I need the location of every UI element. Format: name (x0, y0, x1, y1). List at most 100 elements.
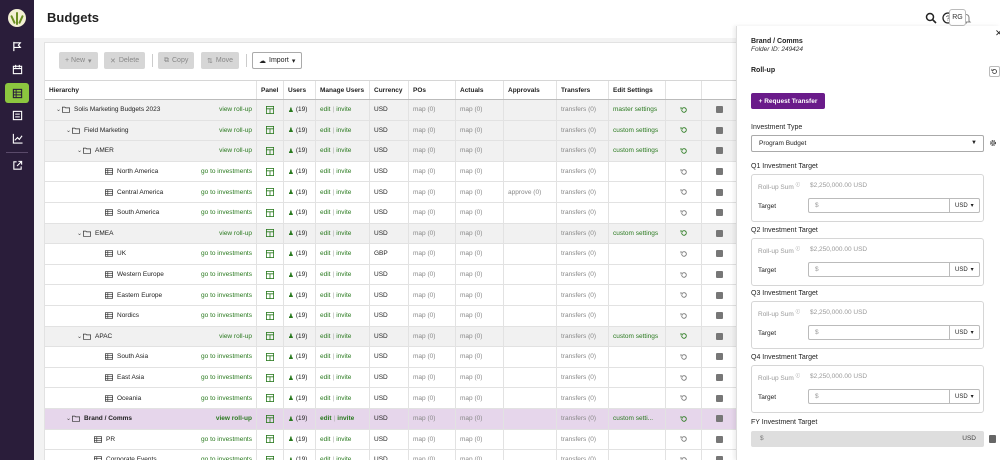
users-count[interactable]: (19) (296, 312, 308, 319)
panel-icon[interactable] (266, 208, 274, 217)
approvals-cell[interactable] (503, 347, 556, 367)
history-icon[interactable] (680, 456, 688, 460)
panel-icon[interactable] (266, 455, 274, 460)
node-label-wrap[interactable]: AMER (83, 147, 114, 154)
note-icon[interactable] (716, 106, 723, 114)
avatar[interactable]: RG (949, 9, 966, 26)
approvals-cell[interactable] (503, 161, 556, 182)
transfers-link[interactable]: transfers (0) (556, 408, 608, 429)
pos-map-link[interactable]: map (0) (408, 120, 455, 141)
go-to-investments-link[interactable]: go to investments (201, 265, 252, 285)
external-link-icon[interactable] (5, 155, 29, 175)
approvals-cell[interactable]: approve (0) (503, 182, 556, 202)
pos-map-link[interactable]: map (0) (408, 305, 455, 326)
table-row[interactable]: ⌄ APAC view roll-up ♟ (19) edit | invite USD map … (45, 326, 737, 348)
header-users[interactable]: Users (283, 81, 315, 99)
pos-map-link[interactable]: map (0) (408, 141, 455, 161)
actuals-map-link[interactable]: map (0) (455, 244, 503, 264)
actuals-map-link[interactable]: map (0) (455, 326, 503, 347)
settings-link[interactable]: custom settings (608, 326, 665, 347)
actuals-map-link[interactable]: map (0) (455, 450, 503, 460)
note-icon[interactable] (716, 126, 723, 134)
invite-link[interactable]: invite (336, 353, 351, 360)
history-icon[interactable] (680, 415, 688, 423)
settings-link[interactable] (608, 429, 665, 450)
flag-icon[interactable] (5, 36, 29, 56)
node-label-wrap[interactable]: EMEA (83, 230, 113, 237)
invite-link[interactable]: invite (337, 415, 354, 422)
pos-map-link[interactable]: map (0) (408, 285, 455, 305)
history-icon[interactable] (680, 250, 688, 258)
settings-link[interactable] (608, 388, 665, 408)
approvals-cell[interactable] (503, 120, 556, 141)
actuals-map-link[interactable]: map (0) (455, 388, 503, 408)
node-label-wrap[interactable]: Nordics (105, 312, 139, 319)
users-count[interactable]: (19) (296, 230, 308, 237)
pos-map-link[interactable]: map (0) (408, 100, 455, 120)
settings-link[interactable] (608, 161, 665, 182)
approvals-cell[interactable] (503, 388, 556, 408)
note-icon[interactable] (716, 332, 723, 340)
go-to-investments-link[interactable]: go to investments (201, 450, 252, 460)
node-label-wrap[interactable]: South America (105, 209, 159, 216)
invite-link[interactable]: invite (336, 189, 351, 196)
users-count[interactable]: (19) (296, 353, 308, 360)
users-count[interactable]: (19) (296, 127, 308, 134)
note-icon[interactable] (716, 250, 723, 258)
actuals-map-link[interactable]: map (0) (455, 429, 503, 450)
approvals-cell[interactable] (503, 202, 556, 223)
go-to-investments-link[interactable]: go to investments (201, 203, 252, 223)
table-row[interactable]: ⌄ Brand / Comms view roll-up ♟ (19) edit | invi… (45, 408, 737, 430)
edit-link[interactable]: edit (320, 189, 330, 196)
table-row[interactable]: ⌄ Field Marketing view roll-up ♟ (19) edit | in… (45, 120, 737, 142)
history-icon[interactable] (680, 188, 688, 196)
currency-select[interactable]: USD ▾ (950, 325, 980, 340)
invite-link[interactable]: invite (336, 147, 351, 154)
new-button[interactable]: + New ▾ (59, 52, 98, 69)
transfers-link[interactable]: transfers (0) (556, 141, 608, 161)
header-panel[interactable]: Panel (256, 81, 283, 99)
panel-icon[interactable] (266, 435, 274, 444)
node-label-wrap[interactable]: Brand / Comms (72, 415, 132, 422)
chart-icon[interactable] (5, 128, 29, 148)
settings-link[interactable] (608, 347, 665, 367)
table-row[interactable]: Nordics go to investments ♟ (19) edit | invite… (45, 305, 737, 327)
edit-link[interactable]: edit (320, 106, 330, 113)
header-actuals[interactable]: Actuals (455, 81, 503, 99)
table-row[interactable]: Oceania go to investments ♟ (19) edit | invite… (45, 388, 737, 409)
actuals-map-link[interactable]: map (0) (455, 264, 503, 285)
go-to-investments-link[interactable]: go to investments (201, 368, 252, 388)
transfers-link[interactable]: transfers (0) (556, 429, 608, 450)
users-count[interactable]: (19) (296, 250, 308, 257)
pos-map-link[interactable]: map (0) (408, 408, 455, 429)
actuals-map-link[interactable]: map (0) (455, 285, 503, 305)
table-row[interactable]: South Asia go to investments ♟ (19) edit | inv… (45, 347, 737, 368)
transfers-link[interactable]: transfers (0) (556, 223, 608, 244)
history-icon[interactable] (680, 312, 688, 320)
note-icon[interactable] (716, 312, 723, 320)
transfers-link[interactable]: transfers (0) (556, 367, 608, 388)
note-icon[interactable] (716, 415, 723, 423)
note-icon[interactable] (716, 456, 723, 460)
node-label-wrap[interactable]: East Asia (105, 374, 144, 381)
approvals-cell[interactable] (503, 244, 556, 264)
invite-link[interactable]: invite (336, 230, 351, 237)
node-label-wrap[interactable]: Solis Marketing Budgets 2023 (62, 106, 160, 113)
users-count[interactable]: (19) (296, 395, 308, 402)
pos-map-link[interactable]: map (0) (408, 429, 455, 450)
approvals-cell[interactable] (503, 223, 556, 244)
invite-link[interactable]: invite (336, 271, 351, 278)
transfers-link[interactable]: transfers (0) (556, 326, 608, 347)
transfers-link[interactable]: transfers (0) (556, 450, 608, 460)
history-icon[interactable] (680, 271, 688, 279)
panel-icon[interactable] (266, 373, 274, 382)
go-to-investments-link[interactable]: go to investments (201, 244, 252, 264)
approvals-cell[interactable] (503, 450, 556, 460)
approvals-cell[interactable] (503, 326, 556, 347)
edit-link[interactable]: edit (320, 271, 330, 278)
users-count[interactable]: (19) (296, 209, 308, 216)
transfers-link[interactable]: transfers (0) (556, 202, 608, 223)
history-icon[interactable] (680, 126, 688, 134)
node-label-wrap[interactable]: Central America (105, 189, 163, 196)
settings-link[interactable]: custom settings (608, 120, 665, 141)
